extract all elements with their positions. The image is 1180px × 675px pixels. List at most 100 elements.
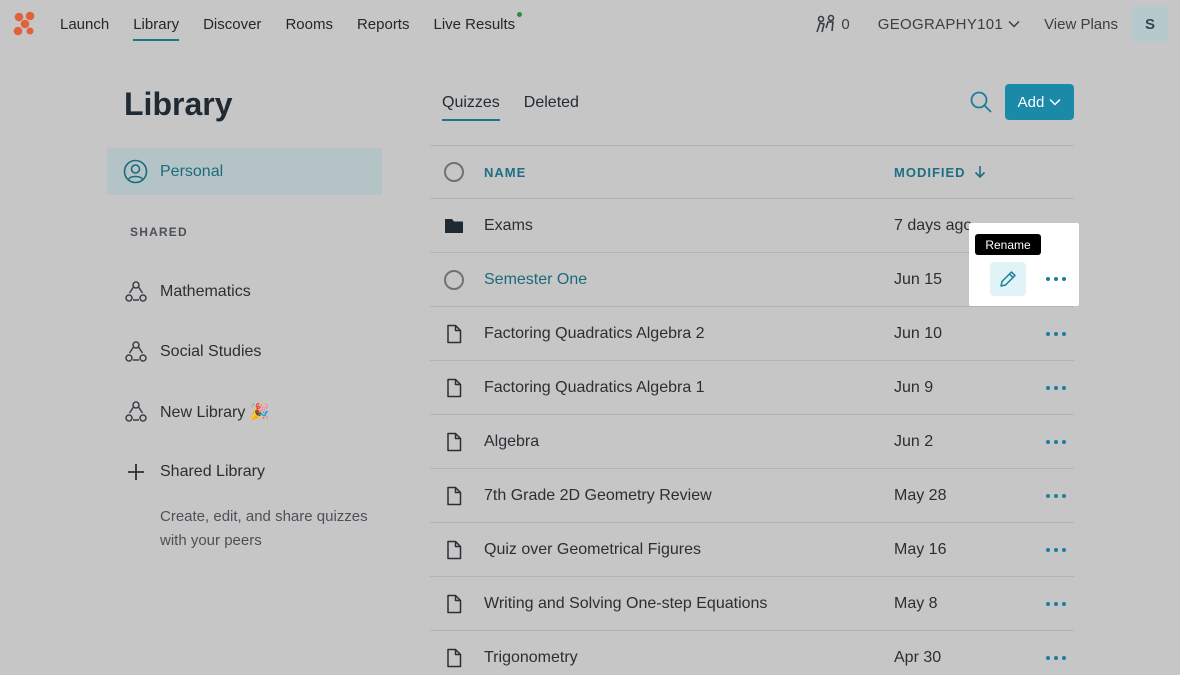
sort-arrow-down-icon (974, 166, 985, 179)
table-header: NAME MODIFIED (430, 145, 1074, 199)
students-icon (816, 14, 835, 33)
chevron-down-icon (1008, 20, 1020, 28)
row-modified: Jun 10 (894, 324, 943, 342)
row-modified: May 8 (894, 594, 938, 612)
row-modified: May 16 (894, 540, 947, 558)
row-name[interactable]: Trigonometry (484, 649, 578, 667)
page-title: Library (124, 86, 233, 122)
document-icon (447, 432, 462, 452)
more-options-icon[interactable] (1046, 379, 1066, 397)
tab-deleted[interactable]: Deleted (524, 84, 579, 121)
row-name[interactable]: Factoring Quadratics Algebra 1 (484, 379, 705, 397)
sidebar-item-personal[interactable]: Personal (107, 148, 382, 195)
table-row[interactable]: Writing and Solving One-step Equations M… (430, 577, 1074, 631)
nav-reports[interactable]: Reports (357, 0, 410, 48)
row-name[interactable]: Writing and Solving One-step Equations (484, 595, 767, 613)
sidebar-item-label: New Library 🎉 (160, 404, 270, 421)
more-options-icon[interactable] (1046, 277, 1066, 283)
nav-launch[interactable]: Launch (60, 0, 109, 48)
student-counter[interactable]: 0 (815, 14, 850, 34)
row-modified: Jun 2 (894, 432, 934, 450)
chevron-down-icon (1049, 98, 1061, 106)
nav-library-label: Library (133, 15, 180, 33)
nav-rooms[interactable]: Rooms (285, 0, 333, 48)
tab-deleted-label: Deleted (523, 93, 579, 111)
row-select-checkbox[interactable] (444, 270, 464, 290)
row-name[interactable]: Quiz over Geometrical Figures (484, 541, 701, 559)
row-name[interactable]: Exams (484, 217, 533, 235)
more-options-icon[interactable] (1046, 325, 1066, 343)
more-options-icon[interactable] (1046, 595, 1066, 613)
more-options-icon[interactable] (1046, 649, 1066, 667)
library-tabs: Quizzes Deleted (442, 84, 603, 121)
select-all-checkbox[interactable] (444, 162, 464, 182)
nav-launch-label: Launch (60, 15, 110, 33)
rename-tooltip: Rename (975, 234, 1041, 255)
student-count: 0 (841, 15, 850, 33)
shared-heading: SHARED (130, 225, 188, 239)
nav-discover-label: Discover (203, 15, 262, 33)
sidebar-item-new-library[interactable]: New Library 🎉 (124, 397, 270, 427)
document-icon (447, 648, 462, 668)
more-options-icon[interactable] (1046, 487, 1066, 505)
add-shared-library-label: Shared Library (160, 463, 265, 480)
main-nav: Launch Library Discover Rooms Reports Li… (60, 0, 539, 48)
document-icon (447, 540, 462, 560)
add-button-label: Add (1017, 93, 1045, 111)
row-modified: Apr 30 (894, 649, 942, 666)
class-name: GEOGRAPHY101 (877, 15, 1004, 33)
rename-button[interactable] (990, 262, 1026, 296)
nav-live-results[interactable]: Live Results (433, 0, 523, 48)
view-plans-link[interactable]: View Plans (1044, 16, 1118, 33)
shared-group-icon (125, 341, 147, 362)
search-icon[interactable] (968, 89, 994, 115)
sidebar-item-personal-label: Personal (160, 162, 224, 180)
row-modified: May 28 (894, 486, 947, 504)
row-name[interactable]: Factoring Quadratics Algebra 2 (484, 325, 705, 343)
shared-group-icon (125, 401, 147, 422)
tab-quizzes[interactable]: Quizzes (442, 84, 500, 121)
pencil-icon (1000, 271, 1016, 287)
tab-quizzes-label: Quizzes (442, 93, 500, 111)
shared-group-icon (125, 281, 147, 302)
nav-rooms-label: Rooms (285, 15, 333, 33)
nav-reports-label: Reports (356, 15, 410, 33)
table-row[interactable]: Trigonometry Apr 30 (430, 631, 1074, 675)
document-icon (447, 324, 462, 344)
row-name[interactable]: 7th Grade 2D Geometry Review (484, 487, 712, 505)
column-name[interactable]: NAME (484, 165, 526, 180)
row-name[interactable]: Semester One (484, 271, 587, 289)
more-options-icon[interactable] (1046, 433, 1066, 451)
table-row[interactable]: 7th Grade 2D Geometry Review May 28 (430, 469, 1074, 523)
table-row[interactable]: Factoring Quadratics Algebra 1 Jun 9 (430, 361, 1074, 415)
app-logo-icon[interactable] (13, 11, 37, 37)
sidebar-item-social-studies[interactable]: Social Studies (124, 337, 261, 367)
row-modified: Jun 9 (894, 378, 934, 396)
top-navigation: Launch Library Discover Rooms Reports Li… (0, 0, 1180, 48)
nav-library[interactable]: Library (133, 0, 179, 48)
class-selector[interactable]: GEOGRAPHY101 (878, 16, 1020, 33)
row-modified: Jun 15 (894, 270, 943, 288)
more-options-icon[interactable] (1046, 541, 1066, 559)
avatar[interactable]: S (1132, 6, 1168, 42)
select-circle-icon (444, 270, 464, 290)
row-modified: 7 days ago (894, 216, 973, 234)
add-button[interactable]: Add (1005, 84, 1074, 120)
document-icon (447, 378, 462, 398)
folder-icon (445, 219, 463, 233)
table-row[interactable]: Factoring Quadratics Algebra 2 Jun 10 (430, 307, 1074, 361)
plus-icon (128, 464, 144, 480)
document-icon (447, 486, 462, 506)
sidebar-item-label: Mathematics (160, 283, 251, 300)
column-modified-label: MODIFIED (894, 164, 966, 180)
sidebar-item-mathematics[interactable]: Mathematics (124, 277, 251, 307)
add-shared-library-button[interactable]: Shared Library (124, 457, 265, 487)
account-nav: 0 GEOGRAPHY101 View Plans S (815, 0, 1168, 48)
row-name[interactable]: Algebra (484, 433, 539, 451)
table-row[interactable]: Algebra Jun 2 (430, 415, 1074, 469)
sidebar-item-label: Social Studies (160, 343, 262, 360)
document-icon (447, 594, 462, 614)
nav-discover[interactable]: Discover (203, 0, 261, 48)
column-modified[interactable]: MODIFIED (894, 165, 986, 180)
table-row[interactable]: Quiz over Geometrical Figures May 16 (430, 523, 1074, 577)
